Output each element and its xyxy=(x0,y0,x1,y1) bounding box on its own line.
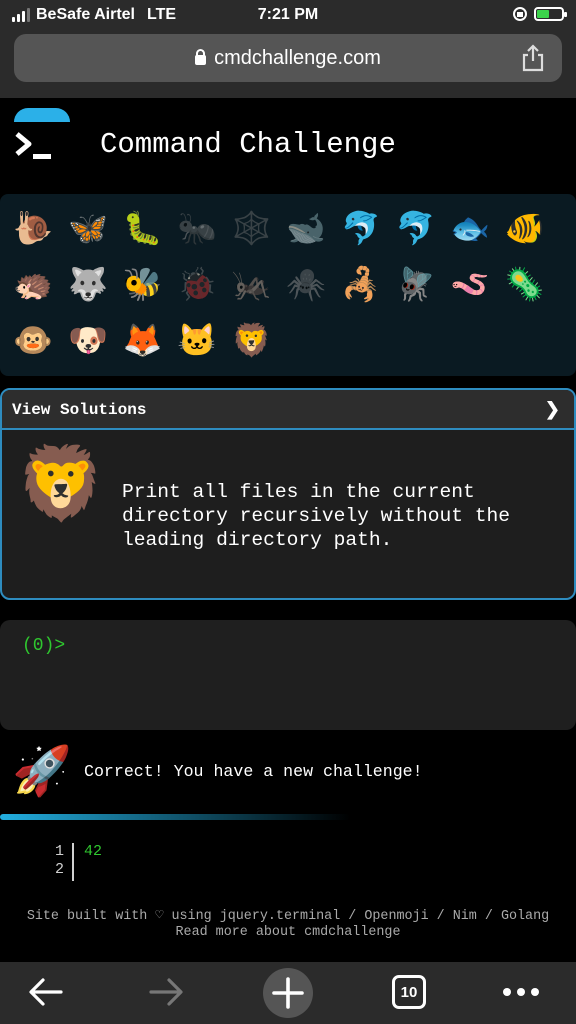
monkey-icon[interactable]: 🐵 xyxy=(6,312,61,368)
new-tab-button[interactable] xyxy=(263,968,313,1018)
header-accent xyxy=(14,108,70,122)
scorpion-icon[interactable]: 🦂 xyxy=(334,256,389,312)
page-title: Command Challenge xyxy=(100,128,396,161)
lion-icon: 🦁 xyxy=(16,444,106,524)
rocket-icon: 🚀 xyxy=(12,745,72,798)
footer-credits: Site built with ♡ using jquery.terminal … xyxy=(26,909,550,924)
snail-icon[interactable]: 🐌 xyxy=(6,200,61,256)
ant-icon[interactable]: 🐜 xyxy=(170,200,225,256)
status-right xyxy=(512,6,567,22)
dog-icon[interactable]: 🐶 xyxy=(61,312,116,368)
dolphin-gray-icon[interactable]: 🐬 xyxy=(388,200,443,256)
site-footer: Site built with ♡ using jquery.terminal … xyxy=(0,909,576,941)
status-bar: BeSafe Airtel LTE 7:21 PM xyxy=(0,6,576,28)
tropical-fish-icon[interactable]: 🐠 xyxy=(497,200,552,256)
arrow-right-icon xyxy=(149,978,183,1006)
address-bar[interactable]: cmdchallenge.com xyxy=(14,34,562,82)
whale-icon[interactable]: 🐋 xyxy=(279,200,334,256)
share-icon[interactable] xyxy=(520,44,546,72)
more-menu-button[interactable] xyxy=(498,972,544,1012)
wolf-icon[interactable]: 🐺 xyxy=(61,256,116,312)
lion-icon[interactable]: 🦁 xyxy=(224,312,279,368)
browser-top-bar: BeSafe Airtel LTE 7:21 PM cmdchallenge.c… xyxy=(0,0,576,98)
cat-icon[interactable]: 🐱 xyxy=(170,312,225,368)
challenge-row: 🐵 🐶 🦊 🐱 🦁 xyxy=(6,312,570,368)
line-number: 1 xyxy=(54,843,64,860)
result-message: Correct! You have a new challenge! xyxy=(84,762,423,781)
ladybug-icon[interactable]: 🐞 xyxy=(170,256,225,312)
hedgehog-icon[interactable]: 🦔 xyxy=(6,256,61,312)
browser-toolbar: 10 xyxy=(0,962,576,1024)
divider xyxy=(0,814,350,820)
orientation-lock-icon xyxy=(513,7,527,21)
terminal-prompt-icon xyxy=(15,132,51,159)
challenge-grid: 🐌 🦋 🐛 🐜 🕸️ 🐋 🐬 🐬 🐟 🐠 🦔 🐺 🐝 🐞 🦗 🕷️ 🦂 🪰 🪱 🦠 🐵 🐶 🦊 🐱 🦁 xyxy=(0,194,576,376)
fish-icon[interactable]: 🐟 xyxy=(443,200,498,256)
battery-icon xyxy=(534,7,567,21)
url-text: cmdchallenge.com xyxy=(214,47,381,69)
microbe-icon[interactable]: 🦠 xyxy=(497,256,552,312)
solutions-panel: View Solutions ❯ 🦁 Print all files in th… xyxy=(0,388,576,600)
spider-icon[interactable]: 🕷️ xyxy=(279,256,334,312)
dolphin-icon[interactable]: 🐬 xyxy=(334,200,389,256)
view-solutions-label: View Solutions xyxy=(12,401,147,419)
footer-read-more-link[interactable]: Read more about cmdchallenge xyxy=(0,925,576,941)
line-numbers: 1 2 xyxy=(50,843,64,879)
butterfly-icon[interactable]: 🦋 xyxy=(61,200,116,256)
chevron-right-icon: ❯ xyxy=(544,399,560,419)
tab-count: 10 xyxy=(392,975,426,1009)
tabs-button[interactable]: 10 xyxy=(390,972,428,1012)
fox-icon[interactable]: 🦊 xyxy=(115,312,170,368)
terminal-prompt: (0)> xyxy=(22,636,66,656)
bee-icon[interactable]: 🐝 xyxy=(115,256,170,312)
caterpillar-icon[interactable]: 🐛 xyxy=(115,200,170,256)
line-number: 2 xyxy=(54,861,64,878)
status-time: 7:21 PM xyxy=(257,6,319,23)
arrow-left-icon xyxy=(29,978,63,1006)
terminal-input[interactable]: (0)> xyxy=(0,620,576,730)
fly-icon[interactable]: 🪰 xyxy=(388,256,443,312)
spider-web-icon[interactable]: 🕸️ xyxy=(224,200,279,256)
challenge-description: Print all files in the current directory… xyxy=(122,481,511,551)
cricket-icon[interactable]: 🦗 xyxy=(224,256,279,312)
back-button[interactable] xyxy=(24,972,68,1012)
challenge-row: 🦔 🐺 🐝 🐞 🦗 🕷️ 🦂 🪰 🪱 🦠 xyxy=(6,256,570,312)
gutter-divider xyxy=(72,843,74,881)
challenge-row: 🐌 🦋 🐛 🐜 🕸️ 🐋 🐬 🐬 🐟 🐠 xyxy=(6,200,570,256)
more-dots-icon xyxy=(503,988,539,996)
view-solutions-toggle[interactable]: View Solutions ❯ xyxy=(2,390,574,430)
forward-button[interactable] xyxy=(144,972,188,1012)
plus-icon xyxy=(272,977,304,1009)
lock-icon xyxy=(195,49,207,65)
worm-icon[interactable]: 🪱 xyxy=(443,256,498,312)
output-code: 42 xyxy=(84,843,103,860)
